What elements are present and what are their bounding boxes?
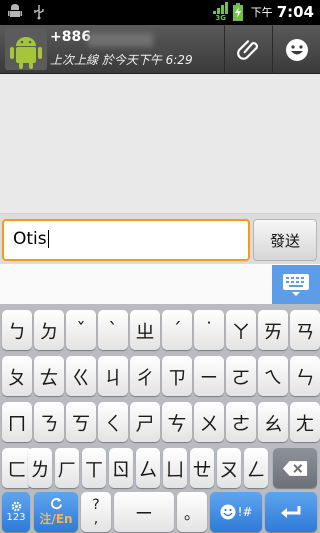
message-list[interactable]	[0, 75, 320, 213]
key[interactable]: ㄢ	[290, 310, 320, 350]
contact-name[interactable]: +886	[50, 29, 91, 45]
key[interactable]: ㄒ	[82, 448, 106, 488]
backspace-key[interactable]	[273, 448, 317, 488]
key[interactable]: ㄇ	[2, 402, 32, 442]
key[interactable]: ˊ	[162, 310, 192, 350]
key[interactable]: ㄐ	[98, 356, 128, 396]
key[interactable]: ㄗ	[162, 356, 192, 396]
signal-icon	[212, 2, 228, 14]
refresh-icon	[50, 497, 62, 510]
keyboard-row-1: ㄅ ㄉ ˇ ˋ ㄓ ˊ ˙ ㄚ ㄞ ㄢ	[0, 310, 320, 350]
key[interactable]: ㄊ	[34, 356, 64, 396]
avatar[interactable]	[5, 28, 47, 70]
period-key[interactable]: 。	[177, 492, 207, 532]
key[interactable]: ˇ	[66, 310, 96, 350]
emoji-button[interactable]	[272, 25, 320, 74]
keyboard-row-3: ㄇ ㄋ ㄎ ㄑ ㄕ ㄘ ㄨ ㄜ ㄠ ㄤ	[0, 402, 320, 442]
key[interactable]: ㄡ	[217, 448, 241, 488]
text-caret	[47, 230, 49, 248]
key[interactable]: ㄙ	[136, 448, 160, 488]
key[interactable]: ㄏ	[55, 448, 79, 488]
key[interactable]: ㄣ	[290, 356, 320, 396]
key[interactable]: ㄉ	[34, 310, 64, 350]
key[interactable]: ˙	[194, 310, 224, 350]
key[interactable]: ㄨ	[194, 402, 224, 442]
key[interactable]: ㄥ	[244, 448, 268, 488]
network-type: 3G	[215, 14, 226, 22]
emoji-symbol-label: !#	[237, 505, 253, 519]
android-avatar-icon	[5, 28, 47, 70]
usb-icon	[34, 5, 44, 20]
language-switch-key[interactable]: 注/En	[34, 492, 78, 532]
key[interactable]: ㄓ	[130, 310, 160, 350]
symbol-mode-label: 123	[6, 512, 26, 523]
key[interactable]: ㄆ	[2, 356, 32, 396]
message-input-text: Otis	[13, 229, 47, 249]
am-pm-label: 下午	[250, 6, 273, 19]
enter-icon	[281, 506, 301, 518]
key[interactable]: ㄞ	[258, 310, 288, 350]
key[interactable]: ㄩ	[163, 448, 187, 488]
smiley-icon	[220, 504, 236, 520]
notification-icons	[8, 4, 46, 20]
comma-label: ,	[93, 511, 99, 527]
key[interactable]: ㄍ	[66, 356, 96, 396]
key[interactable]: ㄧ	[194, 356, 224, 396]
language-label: 注/En	[39, 512, 73, 526]
key[interactable]: ㄛ	[226, 356, 256, 396]
message-input[interactable]: Otis	[2, 219, 250, 261]
key[interactable]: ㄘ	[162, 402, 192, 442]
keyboard-icon	[283, 273, 309, 296]
status-bar: 3G 下午 7:04	[0, 0, 320, 25]
last-seen-status: 上次上線 於今天下午 6:29	[50, 53, 193, 67]
key[interactable]: ㄔ	[130, 356, 160, 396]
paperclip-icon	[236, 39, 258, 60]
battery-charging-icon	[232, 3, 243, 21]
redacted-number	[88, 33, 153, 47]
key[interactable]: ㄖ	[109, 448, 133, 488]
key[interactable]: ㄝ	[190, 448, 214, 488]
key[interactable]: ㄌ	[28, 448, 52, 488]
key[interactable]: ㄎ	[66, 402, 96, 442]
enter-key[interactable]	[265, 492, 317, 532]
symbol-mode-key[interactable]: 123	[2, 492, 30, 532]
punctuation-key[interactable]: ? ,	[81, 492, 111, 532]
key[interactable]: ㄜ	[226, 402, 256, 442]
zhuyin-keyboard: ㄅ ㄉ ˇ ˋ ㄓ ˊ ˙ ㄚ ㄞ ㄢ ㄆ ㄊ ㄍ ㄐ ㄔ ㄗ ㄧ ㄛ ㄟ ㄣ …	[0, 304, 320, 533]
keyboard-row-4: ㄈ ㄌ ㄏ ㄒ ㄖ ㄙ ㄩ ㄝ ㄡ ㄥ	[0, 448, 320, 488]
key[interactable]: ㄅ	[2, 310, 32, 350]
gear-icon	[11, 501, 21, 512]
attach-button[interactable]	[224, 25, 272, 74]
keyboard-toggle-button[interactable]	[272, 265, 320, 304]
clock: 7:04	[276, 3, 314, 21]
smiley-icon	[285, 38, 308, 61]
conversation-header: +886 上次上線 於今天下午 6:29	[0, 25, 320, 74]
question-mark-label: ?	[92, 497, 100, 513]
key[interactable]: ㄚ	[226, 310, 256, 350]
key[interactable]: ㄟ	[258, 356, 288, 396]
key[interactable]: ㄋ	[34, 402, 64, 442]
send-button[interactable]: 發送	[253, 219, 317, 261]
key[interactable]: ㄑ	[98, 402, 128, 442]
key[interactable]: ㄠ	[258, 402, 288, 442]
android-notification-icon	[8, 4, 22, 17]
signal-group: 3G	[212, 2, 229, 22]
emoji-symbol-key[interactable]: !#	[210, 492, 262, 532]
key[interactable]: ㄤ	[290, 402, 320, 442]
backspace-icon	[282, 460, 308, 476]
candidate-bar	[0, 263, 320, 304]
compose-bar: Otis 發送	[0, 213, 320, 263]
keyboard-row-2: ㄆ ㄊ ㄍ ㄐ ㄔ ㄗ ㄧ ㄛ ㄟ ㄣ	[0, 356, 320, 396]
key[interactable]: ˋ	[98, 310, 128, 350]
keyboard-bottom-row: 123 注/En ? , ㄧ 。 !#	[0, 492, 320, 532]
status-icons: 3G 下午 7:04	[212, 2, 314, 22]
key[interactable]: ㄕ	[130, 402, 160, 442]
space-key[interactable]: ㄧ	[114, 492, 174, 532]
